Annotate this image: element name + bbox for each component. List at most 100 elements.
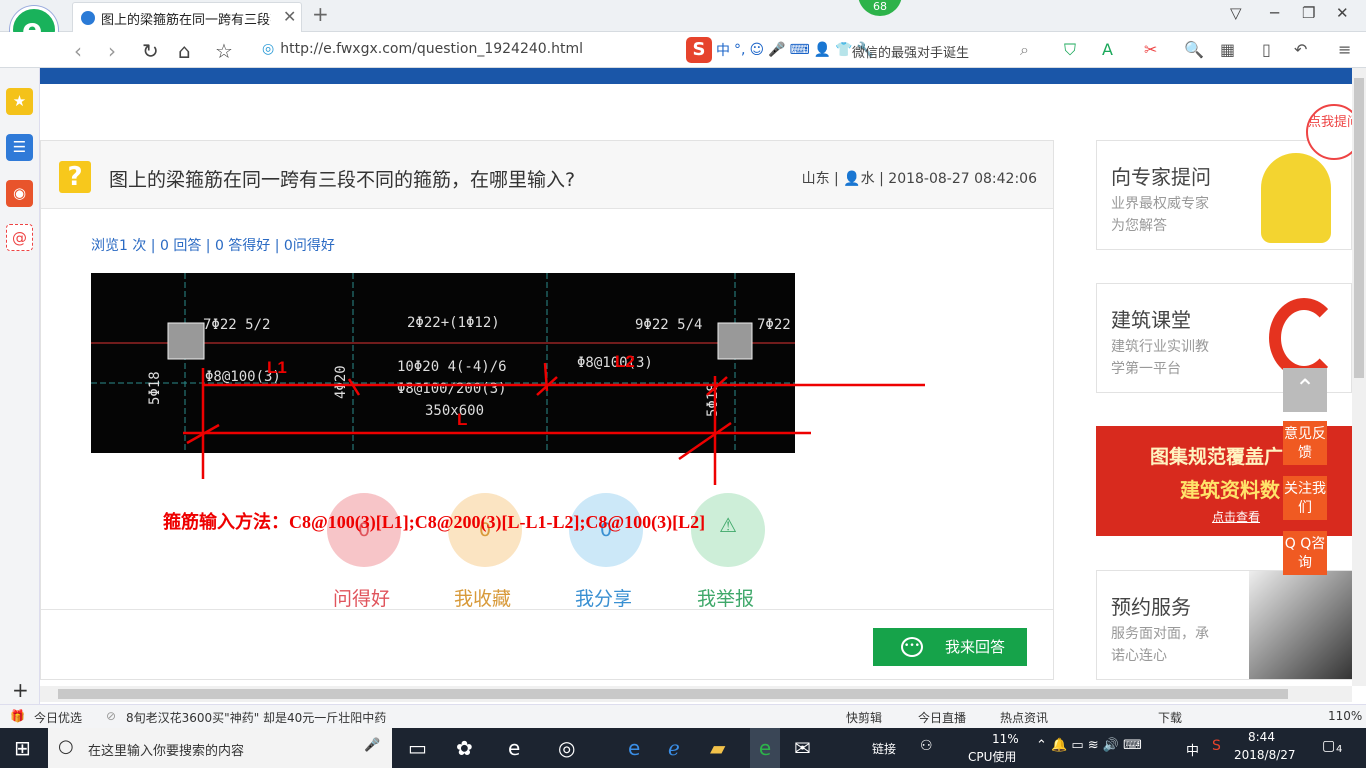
appointment-title: 预约服务 — [1111, 595, 1191, 619]
minimize-button[interactable]: ─ — [1270, 4, 1279, 22]
shield-icon[interactable]: ⛉ — [1064, 40, 1076, 60]
question-title: 图上的梁箍筋在同一跨有三段不同的箍筋，在哪里输入? — [109, 169, 576, 191]
new-tab-button[interactable]: + — [312, 2, 329, 26]
qq-consult-button[interactable]: Q Q咨询 — [1283, 531, 1327, 575]
home-icon[interactable]: ⌂ — [178, 39, 191, 63]
follow-us-button[interactable]: 关注我们 — [1283, 476, 1327, 520]
report-label[interactable]: 我举报 — [697, 584, 754, 611]
ime-indicator[interactable]: 中 — [1186, 740, 1199, 759]
clock-time[interactable]: 8:44 — [1248, 730, 1275, 744]
notification-count: 4 — [1336, 744, 1343, 755]
appointment-sub2: 诺心连心 — [1111, 648, 1167, 664]
search-suggestion[interactable]: 微信的最强对手诞生 — [852, 42, 969, 61]
link-label[interactable]: 链接 — [872, 740, 896, 757]
zoom-level[interactable]: 110% — [1328, 709, 1362, 723]
undo-icon[interactable]: ↶ — [1294, 40, 1307, 59]
people-icon[interactable]: ⚇ — [920, 738, 933, 754]
mail-icon[interactable]: @ — [6, 224, 33, 251]
maximize-button[interactable]: ❐ — [1302, 4, 1315, 22]
tray-icons[interactable]: ⌃ 🔔 ▭ ≋ 🔊 ⌨ — [1036, 738, 1142, 753]
speed-badge[interactable]: 68 — [858, 0, 902, 16]
search-icon[interactable]: ⌕ — [1020, 40, 1029, 60]
downloads[interactable]: 下载 — [1158, 709, 1182, 726]
news-ticker[interactable]: 8旬老汉花3600买"神药" 却是40元一斤壮阳中药 — [126, 709, 386, 726]
meta-time: 2018-08-27 08:42:06 — [888, 171, 1037, 187]
swirl-app-icon[interactable]: ◎ — [558, 736, 575, 760]
notification-icon[interactable]: ▢ — [1322, 738, 1335, 754]
chat-bubble-icon: ••• — [901, 637, 923, 657]
windows-start-icon[interactable]: ⊞ — [14, 736, 31, 760]
mail-app-icon[interactable]: ✉ — [794, 736, 811, 760]
left-sidebar: ★ ☰ ◉ @ + — [0, 68, 40, 708]
task-view-icon[interactable]: ▭ — [408, 736, 427, 760]
course-title: 建筑课堂 — [1111, 308, 1191, 332]
tab-title: 图上的梁箍筋在同一跨有三段不同的箍筋 — [101, 13, 271, 28]
skin-icon[interactable]: ▽ — [1230, 4, 1242, 22]
course-sub2: 学第一平台 — [1111, 361, 1181, 377]
meta-user[interactable]: 水 — [861, 171, 875, 187]
appointment-card[interactable]: 预约服务 服务面对面，承 诺心连心 — [1096, 570, 1352, 680]
vertical-scroll-thumb[interactable] — [1354, 78, 1364, 378]
add-sidebar-icon[interactable]: + — [12, 678, 29, 702]
taskbar-search-placeholder: 在这里输入你要搜索的内容 — [88, 744, 245, 759]
device-icon[interactable]: ▯ — [1262, 40, 1271, 59]
back-to-top-button[interactable]: ⌃ — [1283, 368, 1327, 412]
ime-mode: 中 — [716, 43, 730, 59]
shirt-icon: 👕 — [835, 42, 853, 58]
news-icon: ⊘ — [106, 709, 117, 723]
cortana-icon: ○ — [58, 736, 74, 757]
close-window-button[interactable]: ✕ — [1336, 4, 1349, 22]
user-icon: 👤 — [843, 171, 861, 187]
question-meta: 山东 | 👤水 | 2018-08-27 08:42:06 — [801, 171, 1037, 187]
forward-icon[interactable]: › — [108, 39, 116, 63]
cpu-label: CPU使用 — [968, 750, 1017, 764]
quick-clip[interactable]: 快剪辑 — [846, 709, 882, 726]
ask-expert-title: 向专家提问 — [1111, 165, 1211, 189]
ask-expert-card[interactable]: 向专家提问 业界最权威专家 为您解答 — [1096, 140, 1352, 250]
ie-icon[interactable]: ℯ — [668, 736, 680, 760]
favorites-icon[interactable]: ★ — [6, 88, 33, 115]
answer-button-label: 我来回答 — [945, 638, 1006, 656]
share-label[interactable]: 我分享 — [575, 584, 632, 611]
taskbar-search[interactable]: ○ 在这里输入你要搜索的内容 🎤 — [48, 728, 392, 768]
status-bar: 🎁 今日优选 ⊘ 8旬老汉花3600买"神药" 却是40元一斤壮阳中药 快剪辑 … — [0, 704, 1366, 728]
feedback-button[interactable]: 意见反馈 — [1283, 421, 1327, 465]
browser-tab[interactable]: 图上的梁箍筋在同一跨有三段不同的箍筋 ✕ — [72, 2, 302, 32]
mic-icon: 🎤 — [768, 42, 786, 58]
vertical-scrollbar[interactable] — [1352, 68, 1366, 686]
clock-date[interactable]: 2018/8/27 — [1234, 748, 1296, 762]
edge-icon[interactable]: e — [628, 736, 640, 760]
live[interactable]: 今日直播 — [918, 709, 966, 726]
site-header-bar — [40, 68, 1352, 84]
tab-close-icon[interactable]: ✕ — [283, 7, 296, 26]
menu-icon[interactable]: ≡ — [1338, 40, 1351, 59]
weibo-icon[interactable]: ◉ — [6, 180, 33, 207]
refresh-icon[interactable]: ↻ — [142, 39, 159, 63]
horizontal-scrollbar[interactable] — [40, 686, 1352, 702]
today-picks[interactable]: 今日优选 — [34, 709, 82, 726]
reader-icon[interactable]: ☰ — [6, 134, 33, 161]
good-question-label[interactable]: 问得好 — [333, 584, 390, 611]
hot-news[interactable]: 热点资讯 — [1000, 709, 1048, 726]
folder-icon[interactable]: ▰ — [710, 736, 725, 760]
360-browser-icon[interactable]: e — [750, 728, 780, 768]
scissors-icon[interactable]: ✂ — [1144, 40, 1157, 59]
ask-expert-sub2: 为您解答 — [1111, 218, 1167, 234]
horizontal-scroll-thumb[interactable] — [58, 689, 1288, 699]
answer-button[interactable]: ••• 我来回答 — [873, 628, 1027, 666]
favorite-label[interactable]: 我收藏 — [454, 584, 511, 611]
keyboard-icon: ⌨ — [789, 42, 810, 58]
atlas-link[interactable]: 点击查看 — [1212, 508, 1260, 525]
magnifier-icon[interactable]: 🔍 — [1184, 40, 1204, 59]
url-field[interactable]: ◎ http://e.fwxgx.com/question_1924240.htm… — [262, 41, 583, 57]
edge-browser-icon[interactable]: e — [508, 736, 520, 760]
back-icon[interactable]: ‹ — [74, 39, 82, 63]
translate-icon[interactable]: A — [1102, 40, 1113, 59]
punct-icon: °, — [734, 42, 746, 58]
divider — [41, 609, 1053, 610]
apps-icon[interactable]: ▦ — [1220, 40, 1235, 59]
sogou-tray-icon[interactable]: S — [1212, 738, 1221, 754]
favorite-star-icon[interactable]: ☆ — [215, 39, 233, 63]
fan-app-icon[interactable]: ✿ — [456, 736, 473, 760]
sogou-icon: S — [686, 37, 712, 63]
